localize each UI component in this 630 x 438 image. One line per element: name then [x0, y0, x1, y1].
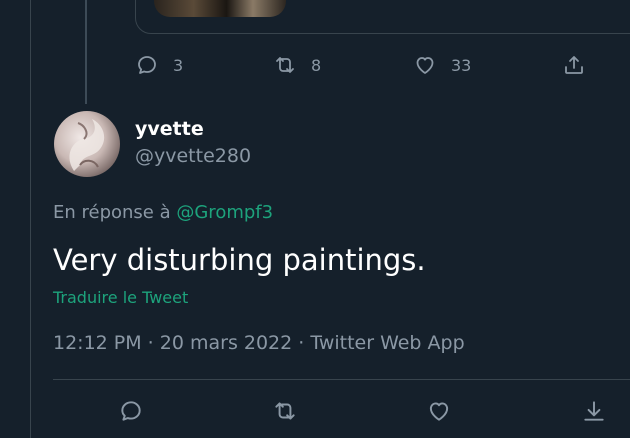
previous-share-button[interactable]: [562, 53, 586, 77]
display-name[interactable]: yvette: [135, 118, 204, 140]
reply-to-link[interactable]: @Grompf3: [176, 202, 273, 223]
quoted-tweet-media[interactable]: [154, 0, 286, 17]
avatar[interactable]: [54, 111, 120, 177]
bookmark-download-icon: [584, 401, 604, 421]
retweet-icon: [276, 57, 294, 73]
translate-tweet-link[interactable]: Traduire le Tweet: [53, 288, 188, 307]
share-icon: [565, 56, 583, 74]
avatar-image: [69, 119, 105, 171]
user-handle[interactable]: @yvette280: [135, 145, 251, 167]
previous-like-button[interactable]: 33: [413, 53, 471, 77]
thread-connector-line: [85, 0, 87, 104]
previous-retweet-button[interactable]: 8: [273, 53, 321, 77]
bookmark-button[interactable]: [581, 398, 607, 424]
retweet-icon: [275, 402, 295, 420]
timeline-left-border: [30, 0, 31, 438]
reply-context: En réponse à @Grompf3: [53, 202, 273, 223]
previous-reply-button[interactable]: 3: [135, 53, 183, 77]
heart-icon: [416, 57, 434, 74]
reply-button[interactable]: [118, 398, 144, 424]
like-count: 33: [451, 55, 472, 75]
retweet-button[interactable]: [271, 398, 299, 424]
reply-count: 3: [173, 55, 184, 75]
speech-bubble-icon: [121, 401, 141, 421]
tweet-text: Very disturbing paintings.: [53, 243, 426, 277]
divider: [53, 379, 630, 380]
heart-icon: [429, 402, 449, 421]
reply-prefix: En réponse à: [53, 202, 177, 223]
like-button[interactable]: [426, 398, 452, 424]
retweet-count: 8: [311, 55, 322, 75]
quoted-tweet-card[interactable]: [135, 0, 630, 34]
speech-bubble-icon: [138, 56, 156, 74]
tweet-timestamp-source[interactable]: 12:12 PM · 20 mars 2022 · Twitter Web Ap…: [53, 332, 465, 354]
